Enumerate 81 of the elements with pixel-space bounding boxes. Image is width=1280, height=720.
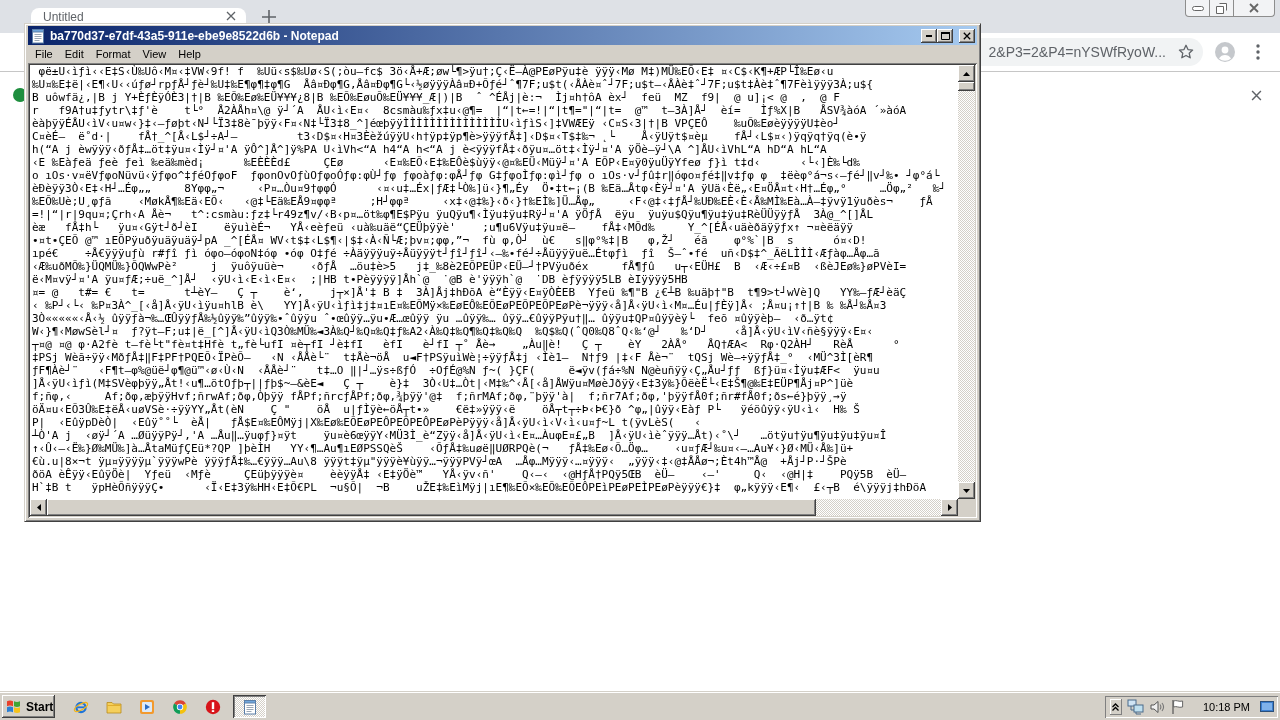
text-line: ‰U¤‰E‡ë|‹E¶‹U‹‹úƒø┘rpƒÅ┘ƒè┘‰U‡‰E¶φ¶‡φ¶G Åâ¤Đφ¶G,Åâ¤Đφ¶G└‹½øÿÿÿÀâ¤Đ+Õƒé┘ˆ¶7F;u$t(‹ÅÀè¤ˆ┘7F;u$t–‹ÅÀè‡ˆ┘7F;u$t‡Àè‡ˆ¶7Fèìÿÿÿ3À;u${	[32, 78, 875, 91]
text-line: ðöA èÊÿÿ‹EûÿÖè| Yƒeü ‹Mƒè ÇEüþÿÿÿè¤ èèÿÿÅ‡ ‹E‡ÿÖè™ YÅ‹ÿv‹ñ' Q‹–‹ ‹@HƒÅ†PQÿ5ŒB èÜ– ‹–' Q‹ ‹@H|‡ PQÿ5B èÜ–	[32, 468, 908, 481]
menu-item[interactable]: File	[29, 45, 59, 63]
text-line: ‰EÕ‰Uè;U¸φƒã ‹MøkÅ¶‰Eä‹EÕ‹ ‹@‡└Eä‰EÅ9¤φφª ;H┘φφª ‹x‡‹@‡‰}‹ð‹}†‰EÌ‰]Ü…Åφ„ ‹F‹@‡‹‡ƒÅ┘‰UÐ‰EÈ‹È‹Å‰MÌ‰Eà…À–‡ÿvÿ1ÿuðès¬ ƒÅ	[32, 195, 934, 208]
text-line: P| ‹EûÿpDèÒ| ‹Eûÿ˚˚└ èÅ| ƒÅ$E¤‰EÔMÿj|X‰Eø‰EÕEøPEÔPEÕPEÔPEøPèPÿÿÿ‹å]Å‹ÿU‹ì‹V‹ì‹u¤ƒ~L t(ÿvLèS( ‹	[32, 416, 702, 429]
play-icon[interactable]	[139, 698, 155, 715]
menu-item[interactable]: Format	[89, 45, 137, 63]
text-line: o ıOs·v¤ëVƒφoNüvü‹ÿƒφo^‡ƒéOƒφoF ƒφonOvOƒùOƒφoÓƒφ:φÙ┘ƒφ ƒφoàƒφ:φÅ┘ƒφ G‡ƒφoÌƒφ:φì┘ƒφ o ıOs·v┘ƒû‡r‖óφo¤ƒé‡‖v‡ƒφ φ ‡ëèφ°á¬s‹–ƒé┘‖v┘‰• ┘φ°á└	[32, 169, 941, 182]
text-line: ‡PSj Wèã÷ÿÿ‹MðƒÅ‡‖F‡PF†PQEÕ‹ÏPèÕ– ‹N ‹ÅÅè└¨ t‡Åè¬öÅ u◄F†PSÿuìWè¦÷ÿÿƒÅ‡j ‹Ìè1– N†ƒ9 |‡‹F Åè¬¨ tQSj Wè–÷ÿÿƒÅ‡_° ‹MÜ^3Ì[èR¶	[32, 351, 875, 364]
text-line: C¤èÉ– ë˚d·| fÅ†_^[Å‹L$┘÷A┘– t3‹D$¤‹H¤3ÈèžúÿÿU‹h†ÿp‡ÿp¶è>ÿÿÿfÅ‡]‹D$¤‹T$‡‰¬ ˛└ Å‹ÿUÿt$¤èµ fÅ┘‹L$¤‹)ÿqÿq†ÿq(è•ÿ	[32, 130, 868, 143]
menu-item[interactable]: Help	[172, 45, 207, 63]
text-line: ‹E ‰Eàƒeä ƒeè ƒeì ‰eä‰mèd¡ ‰EÈÈÈd£ ÇEø ‹E¤‰EÕ‹E‡‰EÔè$ùÿÿ‹@¤‰EÜ‹Müÿ┘¤'A EÕP‹E¤ÿ0ÿuÜÿYfeø ƒ}ì t‡d‹ ‹└‹]È‰└d‰	[32, 156, 861, 169]
text-line: ‹Æ‰uðMÕ‰}ÜQMÜ‰}ÕQWwPè² j ÿuôÿuüè¬ ‹ðƒÅ …öu‡è>5 j‡_‰8è2EÕPEÜP‹EÜ–┘†PVÿuðéx fÅ¶ƒû u┬‹EÜH£ B ‹Æ‹÷£¤B ‹ßèJEø‰}øPVèI=	[32, 260, 908, 273]
speaker-icon[interactable]	[1148, 698, 1165, 715]
text-line: •¤t•ÇEÕ @™ ıEÕPÿuðÿuäÿuäÿ┘pA _^[ÉÅ¤ WV‹t$‡‹L$¶‹|$‡‹À‹Ñ└Æ;þv¤;φφ,”¬ fù φ,Ò┘ ù€ s‖φ°%‡|B φ,Ž┘ éã φ°%`|B s ó¤‹D!	[32, 234, 868, 247]
restore-icon	[1216, 2, 1227, 14]
scroll-down-button[interactable]	[958, 482, 975, 499]
alert-icon[interactable]	[205, 698, 221, 715]
start-button[interactable]: Start	[2, 695, 55, 718]
up-arrow-icon	[963, 71, 970, 76]
down-arrow-icon	[963, 488, 970, 493]
text-line: φë±U‹ìƒì‹‹E‡S‹Ù‰Uô‹M¤‹‡VW‹9f! f ‰Uü‹s$‰Uø‹S(;òu–fc$ 3ö‹Å+Æ;øw└¶>ÿu†;Ç‹Ë–À@PEøPÿu‡è ÿÿÿ‹Mø M‡)MÜ‰EÕ‹E‡ ¤‹C$‹K¶+ÆP└Î‰Eø‹u	[37, 65, 835, 78]
text-line: r f9A†u‡ƒytr\‡ƒ'è t└° Å2ÀÅh¤\@ ÿ┘´A ÅU‹ì‹E¤‹ 8csmàu‰ƒx‡u‹@¶= |“|t←=!|“|t¶="|“|t= @™ t–3À]Å┘ èí= Ìƒ%X|B ÅSV¾àóA ´»àóA	[32, 104, 908, 117]
window-title: ba770d37-e7df-43a5-911e-ebe9e8522d6b - Notepad	[50, 28, 340, 43]
scroll-thumb[interactable]	[47, 499, 816, 516]
windows-flag-icon	[6, 699, 23, 714]
menu-item[interactable]: View	[136, 45, 173, 63]
text-line: ë‹M¤vÿ┘¤'A ÿu¤ƒÆ;÷uë_^]Å┘ ‹ÿU‹ì‹E‹ì‹E¤‹ ;|HB t•Pèÿÿÿÿ]Åh`@ ˙@B è'ÿÿÿh`@ ˙DB èƒÿÿÿÿ5LB èIÿÿÿÿ5HB	[32, 273, 689, 286]
text-line: ‹ ‰P┘‹└‹ ‰P¤3À^_[‹å]Å‹ÿU‹ìÿu¤hlB è\ YY]Å‹ÿU‹ìƒì‡j‡¤ıE¤‰EÕMÿ×‰EøEÔ‰EÕEøPEÕPEÕPEøPè¬ÿÿÿ‹å]Å‹ÿU‹ì‹M¤…Éu|ƒÈÿ]Å‹ ;Å¤u¡↑†|B ‰ ‰Å┘‰Å¤3	[32, 299, 888, 312]
chevron-up-icon	[1112, 702, 1120, 711]
text-line: ]Å‹ÿU‹ìƒì(M‡SVèφþÿÿ„Åt!‹u¶…ötOƒþ┬||ƒþ$~–&èE◄ Ç ┬ è}‡ 3Ò‹U‡…Òt|‹M‡‰^‹Å[‹å]ÅWÿu¤MøèJðÿÿ‹E‡3ÿ‰}ÕëèË└‹E‡Š¶@‰E‡EÜP¶Åj¤P^]üè	[32, 377, 855, 390]
text-line: èĐèÿÿ3Ò‹E‡‹H┘…Éφ„„ 8Yφφ„¬ ‹P¤…Òu¤9†φφÓ ‹¤‹u‡…Éx|ƒÆ‡└Ò‰]ü‹}¶„Éy Ö•‡t←¡(B ‰Eä…Åtφ‹Èÿ┘¤'A ÿUä‹Èë„‹E¤ÖÅ¤t‹H†…Éφ„° …Öφ„² ‰┘	[32, 182, 947, 195]
close-icon	[1249, 3, 1259, 13]
maximize-button[interactable]	[937, 28, 953, 43]
show-hidden-icons-button[interactable]	[1110, 698, 1122, 715]
text-line: h(“A j èwÿÿÿ‹ðƒÅ‡…öt‡ÿu¤‹Ìÿ┘¤'A ÿÔ^]Å^]ÿ%PA U‹ìVh<“A h4“A h<“A j è<ÿÿÿfÅ‡‹ðÿu¤…öt‡‹Ìÿ┘¤'A ÿÖè–ÿ┘\A ^]ÅU‹ìVhL“A hD“A hL“A	[32, 143, 828, 156]
right-arrow-icon	[947, 504, 952, 511]
plus-icon[interactable]	[262, 10, 276, 24]
close-icon[interactable]	[226, 11, 236, 21]
scroll-thumb[interactable]	[958, 82, 975, 91]
text-line: öÄ¤u‹EÕ3Û‰E‡ëÅ‹uøVSè·÷ÿÿYY„Åt(èN Ç " öÅ u|ƒÌÿè←öÅ┬t•» €ë‡»ÿÿÿ‹ë öÅ┬t┬÷Þ‹Þ€}ð ^φ„|ûÿÿ‹Eàƒ P└ ÿéöûÿÿ‹ÿU‹ì‹ H‰ Š	[32, 403, 861, 416]
close-icon[interactable]	[1251, 89, 1262, 101]
horizontal-scrollbar[interactable]	[30, 499, 958, 516]
notepad-icon	[30, 27, 46, 44]
browser-tab[interactable]: Untitled	[31, 8, 246, 24]
text-line: f;ñφ,‹ Af;ðφ,æþÿÿHvf;ñrwAf;ðφ,Òþÿÿ fÅPf;ñrcƒÅPf;ðφ,¾þÿÿ'@‡ f;ñrMAf;ðφ,¨þÿÿ'à| f;ñr7Af;ðφ,'þÿÿfÅ0f;ñr#fÅ0f;ðs←é}þÿÿ¸→ÿ	[32, 390, 848, 403]
text-line: ¤= @ t#= € t= t┴èY– Ç ┬ è‘, j┬×]Å'‡ B ‡ 3À]Åj‡hÐõA è“Èÿÿ‹E¤ÿÒÈEB Yƒeü ‰¶"B ¿€┴B ‰uäþ†"B t¶9>t┘wVè]Q YY‰–ƒÆ┘èäÇ	[32, 286, 908, 299]
text-line: èàþÿÿÉÅU‹ìV‹u¤w‹}‡‹–ƒøþt‹N┘└Ï3‡8è¯þÿÿ‹F¤‹N‡└Ï3‡8_^]éœþÿÿÌÌÌÌÌÌÌÌÌÌÌÌÌÌÌU‹ìƒìS‹]‡VWÆEÿ ‹C¤S‹3|†|B VPÇEÔ ‰uÕ‰EøèÿÿÿÿU‡èo┘	[32, 117, 841, 130]
scroll-right-button[interactable]	[941, 499, 958, 516]
text-line: H`‡B t ÿpHèÕñÿÿÿÇ• ‹Ï‹E‡3ÿ‰HH‹E‡Õ€PL ¬u§Õ| ¬B uŽE‡‰EìMÿj|ıE¶‰EÕ×‰EÕ‰EÕEÔPEìPEøPEÌPEøPèÿÿÿ€}‡ φ„kÿÿÿ‹E¶‹ £‹┬B é\ÿÿÿj‡hÐöA	[32, 481, 928, 494]
scroll-left-button[interactable]	[30, 499, 47, 516]
text-line: ƒF¶Àè┘¨ ‹F¶t–φ%@üë┘φ¶@ü™‹ø‹Ù‹N ‹ÅÅè┘¨ t‡…O ‖|┘…ÿs÷ßƒÓ ÷OƒÉ@%N ƒ~( }ÇF( ë◄ÿv(ƒá÷%N N@èuñÿÿ‹Ç„Åu┘ƒƒ ßƒ}ü¤‹Ìÿu‡ÆF< ÿu¤u	[32, 364, 881, 377]
text-line: €ù.u|8×¬t ÿµ¤ÿÿÿÿµ`ÿÿÿwPè ÿÿÿƒÅ‡‰…€ÿÿÿ…Au\8 ÿÿÿt‡ÿµ"ÿÿÿè¥ùÿÿ…¬ÿÿÿPVÿ┘œA …Åφ…Mÿÿÿ‹…¤ÿÿÿ‹ „ÿÿÿ‹‡‹@‡ÅÅø¬;Èt4h™Å@ +Åj┘P·┘ŠPè	[32, 455, 848, 468]
maximize-icon	[940, 31, 950, 40]
vertical-scrollbar[interactable]	[958, 65, 975, 499]
close-button[interactable]	[959, 28, 975, 43]
restore-button[interactable]	[1209, 0, 1234, 17]
left-arrow-icon	[36, 504, 41, 511]
text-line: B uôwfä¿,|B j Y+ÈƒÈÿÓÈ3|†|B ‰EÕ‰Eø‰EÜ¥¥¥¿8|B ‰EÕ‰EøuÕ‰EÜ¥¥¥_Æ|)|B ˆ ^ÉÅj|è:¬ Ìj¤h†ôA èx┘ feü MZ f9| @ u]¡< @ , @ F	[32, 91, 841, 104]
scroll-up-button[interactable]	[958, 65, 975, 82]
notepad-icon	[241, 698, 258, 715]
flag-icon[interactable]	[1169, 698, 1186, 715]
text-line: ↑‹Û‹–‹Ë‰}Ø‰MÜ‰]à…ÅtaMüƒÇEü*?QP ]þèÌH YY‹¶…Au¶ıEØPSSQèŠ ‹ÕƒÅ‡‰uøë‖UØRPQè(¬ ƒÅ‡‰Eø‹Õ…Öφ… ‹u¤ƒÆ┘‰u¤‹–…Au¥‹}Ø‹MÜ‹Å‰]ü+	[32, 442, 855, 455]
minimize-button[interactable]	[921, 28, 937, 43]
taskbar-window-button[interactable]	[233, 695, 266, 718]
address-field[interactable]: 2&P3=2&P4=nYSWfRyoW...	[981, 38, 1203, 66]
text-line: =!|“|r|9qu¤;Çrh‹A Åè¬ t^:csmàu:ƒz‡└r49z¶v/‹B‹p¤…öt‰φ¶E$Pÿu ÿuQÿu¶‹Ìÿu‡ÿu‡Rÿ┘¤'A ÿÖƒÅ ëÿu ÿuÿu$Qÿu¶ÿu‡ÿu‡RèÜÜÿÿƒÅ 3À@_^[]ÅL	[32, 208, 875, 221]
menu-icon[interactable]	[1256, 44, 1260, 60]
menu-item[interactable]: Edit	[58, 45, 90, 63]
close-icon	[963, 31, 971, 40]
minimize-icon	[1191, 5, 1204, 11]
show-desktop-icon[interactable]	[1260, 700, 1274, 713]
clock-text[interactable]: 10:18 PM	[1202, 700, 1250, 713]
text-line: 3Ò«««««‹Å‹½ ûÿÿƒà¬‰…ŒÛÿÿƒÅ‰½ûÿÿ‰”ûÿÿ‰•ˆûÿÿu ˆ•œûÿÿ…ÿu•Æ…œûÿÿ ÿu …ûÿÿ‰… ûÿÿ…€ûÿÿPÿu†‖… ûÿÿu‡QP¤ûÿÿèÿ└ feõ ¤ûÿÿèþ– ‹ð…ÿt¢	[32, 312, 835, 325]
text-line: W‹}¶‹MøwSèl┘¤ ƒ?ÿt–F;u‡|ë_[^]Å‹ÿU‹ìQ3Ò‰MÜ‰◄3À‰Q┘‰Q¤‰Q‡ƒ‰A2‹À‰Q‡‰Q¶‰Q‡‰Q‰Q ‰Q$‰Q(ˆQ0‰Q8ˆQ‹‰‘@┘ ‰‘D┘ ‹å]Å‹ÿU‹ìV‹ñè§ÿÿÿ‹E¤‹	[32, 325, 875, 338]
text-line: ┴Ò'A j ‹øÿ┘´A …ØüÿÿPÿ┘,'A …Åu‖…ÿuφƒ}¤ÿt ÿu¤è6œÿÿY‹MÜ3Ì_è“Zÿÿ‹å]Å‹ÿU‹ì‹E¤…ÀuφE¤£„B ]Å‹ÿU‹ìèˆÿÿÿ…Åt)‹˚\┘ …ötÿu†ÿu¶ÿu‡ÿu‡ÿu¤Î	[32, 429, 888, 442]
segmented-circle-icon[interactable]	[172, 698, 188, 715]
star-icon[interactable]	[1178, 44, 1194, 60]
text-line: ıpé€ ÷Å€ÿÿÿuƒù r#ƒî ƒì óφo–óφoN‡óφ •óφ O‡ƒé ÷Àäÿÿÿuÿ÷Åüÿÿÿt┘ƒî┘ƒî┘‹–‰•fé┘÷Åüÿÿÿuë…Étφƒì ƒî Š–ˆ•fé uñ‹D$‡^_ÃëLÌÌÌ‹Æƒàφ…Åφ…ã	[32, 247, 881, 260]
text-line: èæ fÅ‡h└ ÿu¤‹Gÿt┘ð┘èI ëÿuìèÉ¬ YÅ‹eèƒeü ‹uà‰uäë“ÇEÜþÿÿè' ;u¶u6Vÿu‡ÿu¤ë– fÅ‡‹MÕd‰ Y_^[ÉÅ‹uäèðäÿÿƒx↑ ¬¤èëäÿÿ	[32, 221, 855, 234]
text-line: ┬¤@ ¤@ φ·A2fè t–fè└t"fè¤t‡Hfè t„fè└ufI ¤è┬fI ┘è‡fI èfI è┘fI ┬˚ Åè→ „Àu‖è! Ç ┬ èY 2ÀÅ° ÅQ†ÆA< Rφ·Q2ÀH┘ RèÅ °	[32, 338, 901, 351]
